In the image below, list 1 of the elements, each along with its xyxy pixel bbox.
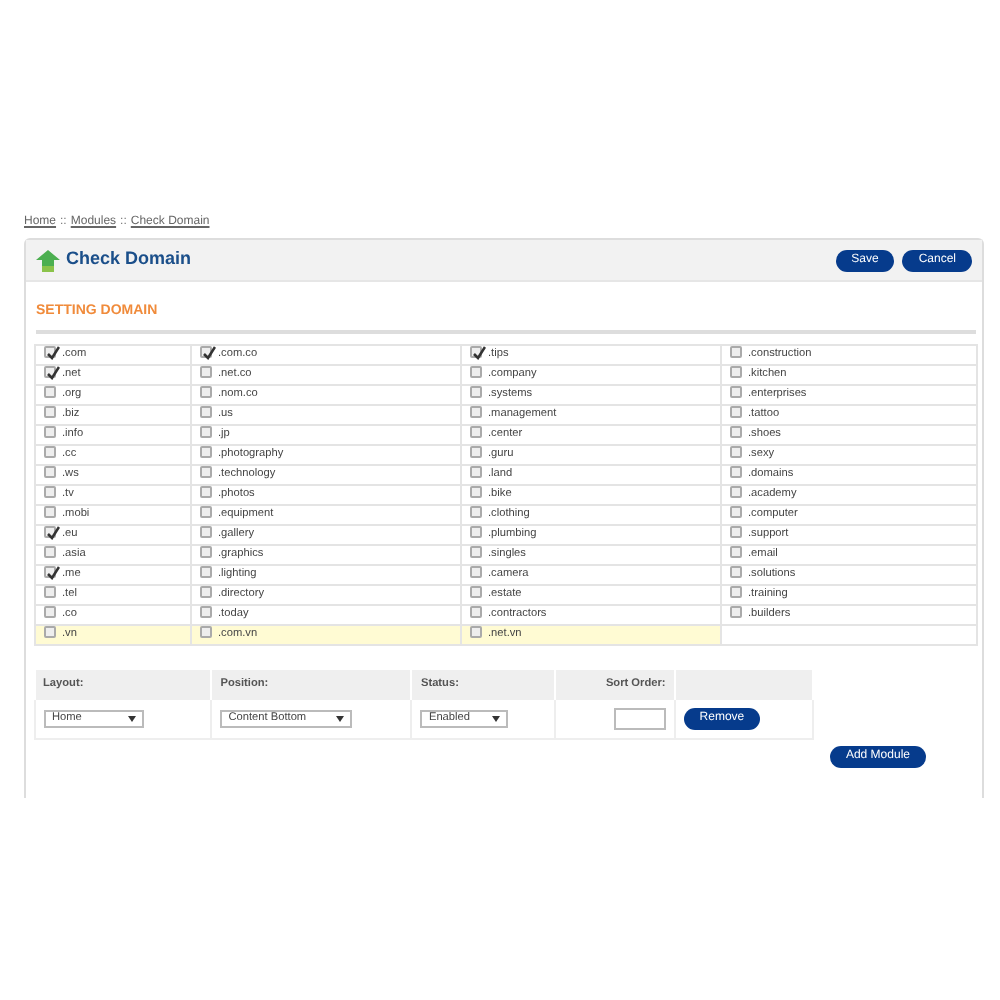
panel-title: Check Domain [66, 246, 192, 273]
